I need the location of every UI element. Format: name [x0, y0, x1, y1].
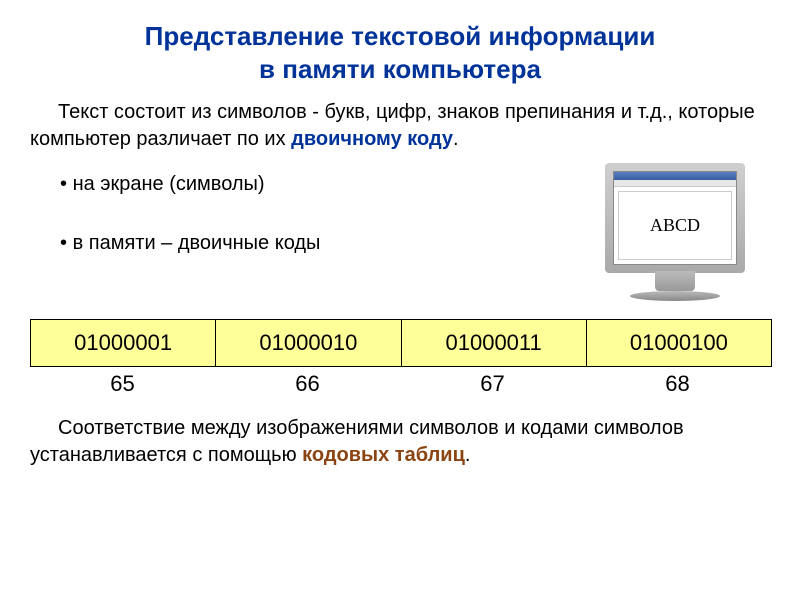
bullet-2: в памяти – двоичные коды: [60, 232, 590, 255]
monitor-bezel: ABCD: [605, 163, 745, 273]
decimal-row: 65 66 67 68: [30, 367, 770, 397]
mid-row: на экране (символы) в памяти – двоичные …: [30, 163, 770, 313]
codes-table: 01000001 01000010 01000011 01000100 65 6…: [30, 319, 770, 397]
bin-cell: 01000001: [31, 320, 216, 366]
para2-text-b: .: [465, 444, 471, 466]
dec-cell: 65: [30, 367, 215, 397]
monitor-base: [630, 291, 720, 301]
window-titlebar: [614, 172, 736, 180]
title-line2: в памяти компьютера: [259, 54, 541, 84]
dec-cell: 67: [400, 367, 585, 397]
bin-cell: 01000010: [216, 320, 401, 366]
window-menubar: [614, 180, 736, 187]
para1-text-b: .: [453, 128, 459, 150]
dec-cell: 68: [585, 367, 770, 397]
title-line1: Представление текстовой информации: [145, 21, 656, 51]
paragraph-2: Соответствие между изображениями символо…: [30, 415, 770, 469]
bullet-1: на экране (символы): [60, 173, 590, 196]
bullet-list: на экране (символы) в памяти – двоичные …: [30, 163, 590, 291]
para1-emph: двоичному коду: [291, 128, 453, 150]
monitor-illustration: ABCD: [590, 163, 760, 313]
para2-emph: кодовых таблиц: [302, 444, 465, 466]
screen-text: ABCD: [650, 215, 700, 236]
binary-row: 01000001 01000010 01000011 01000100: [30, 319, 772, 367]
dec-cell: 66: [215, 367, 400, 397]
monitor-stand: [655, 271, 695, 291]
document-area: ABCD: [618, 191, 732, 260]
slide-title: Представление текстовой информации в пам…: [30, 20, 770, 85]
paragraph-1: Текст состоит из символов - букв, цифр, …: [30, 99, 770, 153]
monitor-screen: ABCD: [613, 171, 737, 265]
bin-cell: 01000100: [587, 320, 771, 366]
bin-cell: 01000011: [402, 320, 587, 366]
